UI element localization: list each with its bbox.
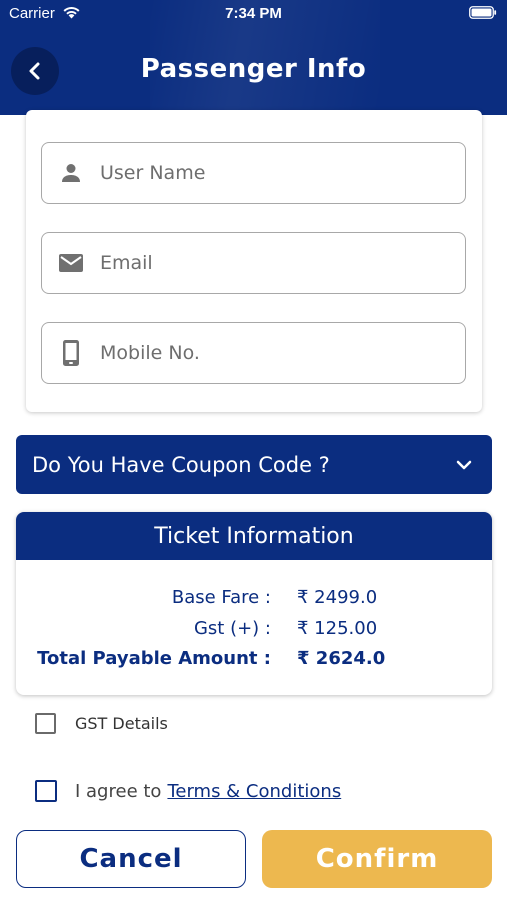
header-bar: Carrier 7:34 PM Passenger Info	[0, 0, 507, 115]
page-title: Passenger Info	[140, 54, 367, 84]
terms-checkbox[interactable]	[35, 780, 57, 802]
status-time: 7:34 PM	[225, 5, 282, 22]
mobile-field[interactable]	[41, 322, 466, 384]
gst-details-checkbox[interactable]	[35, 713, 56, 734]
ticket-info-card: Ticket Information Base Fare : ₹ 2499.0 …	[16, 512, 492, 695]
mail-icon	[42, 252, 98, 274]
coupon-toggle[interactable]: Do You Have Coupon Code ?	[16, 435, 492, 494]
total-label: Total Payable Amount :	[37, 648, 271, 669]
ticket-info-title: Ticket Information	[16, 512, 492, 560]
gst-value: ₹ 125.00	[297, 618, 378, 639]
email-input[interactable]	[100, 252, 440, 274]
gst-details-label: GST Details	[75, 714, 168, 733]
base-fare-row: Base Fare : ₹ 2499.0	[16, 587, 492, 611]
base-fare-value: ₹ 2499.0	[297, 587, 378, 608]
phone-icon	[42, 339, 98, 367]
terms-row: I agree to Terms & Conditions	[35, 780, 341, 802]
status-bar: Carrier 7:34 PM	[0, 0, 507, 28]
mobile-input[interactable]	[100, 342, 440, 364]
total-value: ₹ 2624.0	[297, 648, 386, 669]
chevron-down-icon	[456, 460, 472, 469]
agree-label: I agree to	[75, 780, 162, 802]
coupon-label: Do You Have Coupon Code ?	[32, 452, 330, 477]
total-row: Total Payable Amount : ₹ 2624.0	[16, 648, 492, 672]
user-name-field[interactable]	[41, 142, 466, 204]
battery-icon	[469, 6, 497, 19]
gst-label: Gst (+) :	[193, 618, 271, 639]
email-field[interactable]	[41, 232, 466, 294]
terms-link[interactable]: Terms & Conditions	[167, 781, 341, 802]
confirm-button[interactable]: Confirm	[262, 830, 492, 888]
cancel-button[interactable]: Cancel	[16, 830, 246, 888]
person-icon	[42, 161, 98, 185]
gst-row: Gst (+) : ₹ 125.00	[16, 618, 492, 642]
user-name-input[interactable]	[100, 162, 440, 184]
passenger-form-card	[26, 110, 482, 412]
gst-details-row: GST Details	[35, 713, 168, 734]
base-fare-label: Base Fare :	[171, 587, 271, 608]
